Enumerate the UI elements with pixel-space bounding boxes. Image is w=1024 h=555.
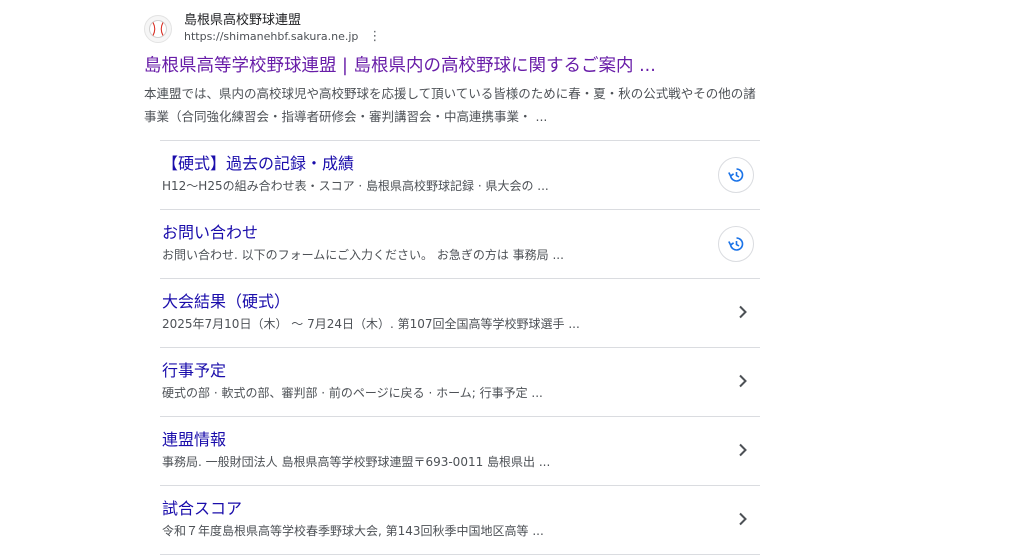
sitelink-item[interactable]: 大会結果（硬式） 2025年7月10日（木） 〜 7月24日（木）. 第107回… bbox=[160, 278, 760, 347]
sitelink-snippet: お問い合わせ. 以下のフォームにご入力ください。 お急ぎの方は 事務局 ... bbox=[162, 248, 564, 262]
sitelink-snippet: 硬式の部 · 軟式の部、審判部 · 前のページに戻る · ホーム; 行事予定 .… bbox=[162, 386, 543, 400]
more-options-icon[interactable]: ⋮ bbox=[368, 30, 381, 43]
chevron-right-icon[interactable] bbox=[734, 510, 752, 528]
sitelink-snippet: 事務局. 一般財団法人 島根県高等学校野球連盟〒693-0011 島根県出 ..… bbox=[162, 455, 551, 469]
sitelink-title[interactable]: 試合スコア bbox=[162, 498, 242, 520]
history-icon[interactable] bbox=[718, 157, 754, 193]
sitelink-item[interactable]: お問い合わせ お問い合わせ. 以下のフォームにご入力ください。 お急ぎの方は 事… bbox=[160, 209, 760, 278]
search-result: 島根県高校野球連盟 https://shimanehbf.sakura.ne.j… bbox=[144, 12, 764, 128]
chevron-right-icon[interactable] bbox=[734, 372, 752, 390]
site-info[interactable]: 島根県高校野球連盟 https://shimanehbf.sakura.ne.j… bbox=[144, 12, 764, 46]
sitelink-title[interactable]: 連盟情報 bbox=[162, 429, 226, 451]
sitelink-item[interactable]: 連盟情報 事務局. 一般財団法人 島根県高等学校野球連盟〒693-0011 島根… bbox=[160, 416, 760, 485]
site-url: https://shimanehbf.sakura.ne.jp bbox=[184, 30, 359, 43]
sitelinks-list: 【硬式】過去の記録・成績 H12〜H25の組み合わせ表・スコア · 島根県高校野… bbox=[160, 140, 760, 555]
sitelink-item[interactable]: 【硬式】過去の記録・成績 H12〜H25の組み合わせ表・スコア · 島根県高校野… bbox=[160, 140, 760, 209]
sitelink-title[interactable]: お問い合わせ bbox=[162, 222, 258, 244]
sitelink-title[interactable]: 行事予定 bbox=[162, 360, 226, 382]
sitelink-item[interactable]: 試合スコア 令和７年度島根県高等学校春季野球大会, 第143回秋季中国地区高等 … bbox=[160, 485, 760, 555]
chevron-right-icon[interactable] bbox=[734, 441, 752, 459]
history-icon[interactable] bbox=[718, 226, 754, 262]
result-snippet: 本連盟では、県内の高校球児や高校野球を応援して頂いている皆様のために春・夏・秋の… bbox=[144, 86, 756, 124]
sitelink-title[interactable]: 大会結果（硬式） bbox=[162, 291, 290, 313]
baseball-favicon-icon bbox=[144, 15, 172, 43]
sitelink-snippet: 2025年7月10日（木） 〜 7月24日（木）. 第107回全国高等学校野球選… bbox=[162, 317, 580, 331]
site-name: 島根県高校野球連盟 bbox=[184, 13, 302, 28]
result-title-link[interactable]: 島根県高等学校野球連盟 | 島根県内の高校野球に関するご案内 ... bbox=[144, 54, 764, 78]
sitelink-snippet: H12〜H25の組み合わせ表・スコア · 島根県高校野球記録 · 県大会の ..… bbox=[162, 179, 549, 193]
sitelink-title[interactable]: 【硬式】過去の記録・成績 bbox=[162, 153, 354, 175]
sitelink-item[interactable]: 行事予定 硬式の部 · 軟式の部、審判部 · 前のページに戻る · ホーム; 行… bbox=[160, 347, 760, 416]
chevron-right-icon[interactable] bbox=[734, 303, 752, 321]
sitelink-snippet: 令和７年度島根県高等学校春季野球大会, 第143回秋季中国地区高等 ... bbox=[162, 524, 544, 538]
